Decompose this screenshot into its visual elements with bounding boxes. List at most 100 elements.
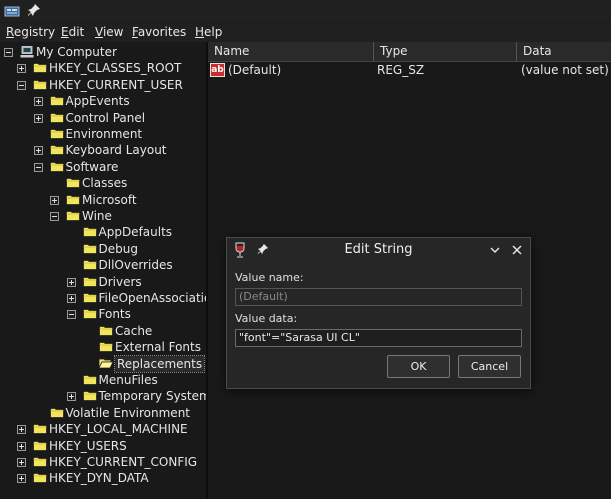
- expand-icon[interactable]: [66, 392, 76, 402]
- expand-icon[interactable]: [17, 425, 26, 435]
- tree-item-temporary-system-f[interactable]: Temporary System F: [0, 388, 206, 404]
- expand-icon[interactable]: [50, 195, 59, 205]
- tree-item-debug[interactable]: Debug: [0, 241, 206, 257]
- tree-item-drivers[interactable]: Drivers: [0, 274, 206, 290]
- menu-help[interactable]: Help: [195, 25, 222, 39]
- folder-icon: [49, 128, 64, 139]
- column-type-header[interactable]: Type: [374, 42, 517, 61]
- menu-edit[interactable]: Edit: [61, 25, 84, 39]
- string-value-icon: ab: [210, 63, 225, 77]
- tree-item-appevents[interactable]: AppEvents: [0, 93, 206, 109]
- expand-icon[interactable]: [17, 64, 26, 74]
- tree-item-label: Volatile Environment: [65, 405, 191, 420]
- tree-item-label: MenuFiles: [98, 373, 158, 387]
- value-data-field[interactable]: "font"="Sarasa UI CL": [235, 329, 522, 347]
- value-data-label: Value data:: [235, 312, 298, 325]
- tree-item-label: HKEY_CURRENT_USER: [49, 77, 183, 92]
- tree-item-label: HKEY_DYN_DATA: [49, 471, 149, 486]
- pin-icon[interactable]: [27, 3, 41, 17]
- folder-icon: [66, 177, 80, 189]
- folder-icon: [82, 308, 97, 320]
- tree-item-hkey-local-machine[interactable]: HKEY_LOCAL_MACHINE: [0, 421, 206, 437]
- tree-item-label: AppEvents: [65, 94, 130, 109]
- registry-tree[interactable]: My Computer HKEY_CLASSES_ROOT HKEY_CURRENT…: [0, 42, 206, 499]
- tree-item-label: Keyboard Layout: [65, 143, 167, 158]
- collapse-icon[interactable]: [33, 162, 43, 172]
- tree-item-replacements[interactable]: Replacements: [0, 354, 206, 373]
- expand-icon[interactable]: [33, 113, 43, 123]
- folder-icon: [82, 226, 97, 238]
- tree-item-my-computer[interactable]: My Computer: [0, 44, 206, 60]
- folder-icon: [99, 325, 113, 336]
- tree-item-hkey-current-config[interactable]: HKEY_CURRENT_CONFIG: [0, 454, 206, 470]
- tree-item-hkey-users[interactable]: HKEY_USERS: [0, 438, 206, 454]
- folder-icon: [49, 112, 64, 123]
- value-name: (Default): [228, 63, 282, 77]
- tree-item-fileopenassociations[interactable]: FileOpenAssociations: [0, 290, 206, 306]
- tree-item-wine[interactable]: Wine: [0, 208, 206, 224]
- list-row[interactable]: ab (Default) REG_SZ (value not set): [208, 62, 611, 79]
- tree-item-cache[interactable]: Cache: [0, 323, 206, 339]
- open-folder-icon: [99, 358, 113, 369]
- tree-item-appdefaults[interactable]: AppDefaults: [0, 224, 206, 240]
- column-data-header[interactable]: Data: [517, 42, 611, 61]
- tree-item-control-panel[interactable]: Control Panel: [0, 110, 206, 126]
- collapse-icon[interactable]: [17, 80, 26, 90]
- value-name-field: (Default): [235, 288, 522, 306]
- menu-view[interactable]: View: [95, 25, 123, 39]
- tree-item-label: My Computer: [36, 45, 117, 59]
- cancel-button[interactable]: Cancel: [458, 355, 521, 378]
- menu-registry[interactable]: Registry: [6, 25, 55, 39]
- menubar: Registry Edit View Favorites Help: [0, 23, 611, 42]
- column-name-header[interactable]: Name: [208, 42, 374, 61]
- tree-item-dlloverrides[interactable]: DllOverrides: [0, 257, 206, 273]
- tree-item-keyboard-layout[interactable]: Keyboard Layout: [0, 142, 206, 158]
- window-titlebar: [0, 0, 611, 22]
- expand-icon[interactable]: [66, 277, 76, 287]
- folder-icon: [82, 390, 97, 402]
- tree-item-label: Drivers: [98, 274, 142, 289]
- tree-item-environment[interactable]: Environment: [0, 126, 206, 142]
- folder-icon: [99, 341, 113, 353]
- collapse-icon[interactable]: [4, 48, 13, 57]
- expand-icon[interactable]: [17, 458, 26, 467]
- folder-icon: [82, 243, 97, 254]
- tree-item-label: Control Panel: [65, 110, 146, 125]
- tree-item-hkey-dyn-data[interactable]: HKEY_DYN_DATA: [0, 470, 206, 486]
- tree-item-label: Replacements: [113, 354, 206, 373]
- tree-item-hkey-classes-root[interactable]: HKEY_CLASSES_ROOT: [0, 60, 206, 76]
- tree-item-menufiles[interactable]: MenuFiles: [0, 372, 206, 388]
- folder-icon: [33, 423, 47, 435]
- collapse-icon[interactable]: [50, 212, 59, 221]
- folder-icon: [33, 79, 47, 90]
- expand-icon[interactable]: [33, 146, 43, 156]
- tree-item-volatile-environment[interactable]: Volatile Environment: [0, 405, 206, 421]
- expand-icon[interactable]: [33, 97, 43, 107]
- folder-icon: [82, 292, 97, 303]
- tree-item-label: HKEY_CLASSES_ROOT: [49, 61, 182, 76]
- regedit-app-icon[interactable]: [4, 3, 20, 19]
- tree-item-label: Debug: [98, 241, 138, 256]
- tree-item-external-fonts[interactable]: External Fonts: [0, 339, 206, 355]
- tree-item-hkey-current-user[interactable]: HKEY_CURRENT_USER: [0, 77, 206, 93]
- tree-item-label: HKEY_USERS: [49, 438, 127, 453]
- folder-icon: [49, 144, 64, 156]
- chevron-down-icon[interactable]: [488, 243, 502, 257]
- expand-icon[interactable]: [17, 474, 26, 484]
- collapse-icon[interactable]: [66, 310, 76, 320]
- close-icon[interactable]: [510, 243, 524, 257]
- folder-icon: [33, 456, 47, 467]
- folder-icon: [49, 407, 64, 418]
- tree-item-microsoft[interactable]: Microsoft: [0, 192, 206, 208]
- folder-icon: [33, 472, 47, 484]
- tree-item-fonts[interactable]: Fonts: [0, 306, 206, 322]
- expand-icon[interactable]: [66, 294, 76, 303]
- tree-item-software[interactable]: Software: [0, 159, 206, 175]
- tree-item-label: AppDefaults: [98, 225, 173, 240]
- expand-icon[interactable]: [17, 441, 26, 451]
- tree-item-label: Wine: [82, 209, 112, 223]
- tree-item-classes[interactable]: Classes: [0, 175, 206, 191]
- ok-button[interactable]: OK: [387, 355, 450, 378]
- edit-string-dialog: Edit String Value name: (Default) Value …: [226, 237, 531, 389]
- menu-favorites[interactable]: Favorites: [132, 25, 186, 39]
